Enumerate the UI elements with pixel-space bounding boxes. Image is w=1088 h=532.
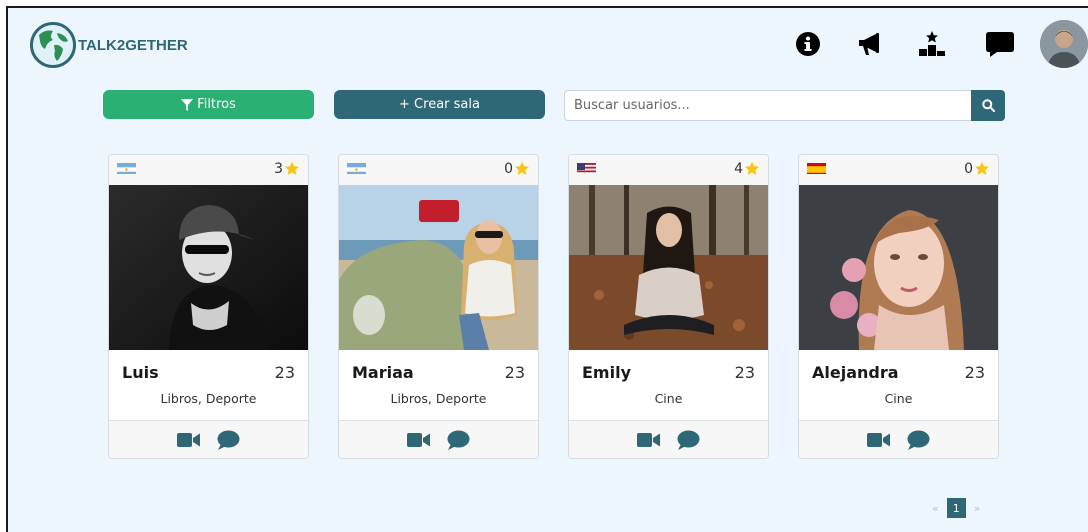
megaphone-icon (859, 33, 879, 55)
card-body: Emily 23 Cine (569, 350, 768, 420)
card-body: Mariaa 23 Libros, Deporte (339, 350, 538, 420)
ranking-button[interactable] (916, 28, 948, 60)
user-interests: Libros, Deporte (390, 391, 487, 406)
chat-button[interactable] (906, 430, 930, 450)
card-body: Luis 23 Libros, Deporte (109, 350, 308, 420)
filter-icon (181, 98, 194, 111)
rating-value: 0 (964, 161, 973, 177)
user-age: 23 (274, 363, 295, 382)
user-age: 23 (504, 363, 525, 382)
video-call-button[interactable] (407, 430, 431, 450)
card-header: 3 (109, 155, 308, 185)
pagination: « 1 » (932, 498, 980, 518)
prev-page-button[interactable]: « (932, 502, 939, 515)
user-age: 23 (734, 363, 755, 382)
user-name: Alejandra (812, 363, 899, 382)
rating-value: 3 (274, 161, 283, 177)
chat-button[interactable] (446, 430, 470, 450)
card-actions (109, 420, 308, 458)
user-photo[interactable] (799, 185, 998, 350)
rating: 0 (504, 161, 530, 177)
search-button[interactable] (971, 90, 1005, 121)
comment-icon (907, 430, 929, 450)
user-interests: Cine (884, 391, 913, 406)
messages-button[interactable] (984, 28, 1016, 60)
video-camera-icon (637, 432, 660, 447)
card-header: 4 (569, 155, 768, 185)
info-icon (796, 32, 820, 56)
user-name: Emily (582, 363, 631, 382)
announcements-button[interactable] (854, 28, 886, 60)
globe-icon (30, 22, 76, 68)
user-name: Mariaa (352, 363, 414, 382)
user-interests: Cine (654, 391, 683, 406)
user-card[interactable]: 0 Alejandra 23 Cine (798, 154, 999, 459)
video-call-button[interactable] (637, 430, 661, 450)
card-header: 0 (339, 155, 538, 185)
brand-name: TALK2GETHER (78, 36, 188, 54)
card-body: Alejandra 23 Cine (799, 350, 998, 420)
app-frame: TALK2GETHER Filtros + Crear sala Buscar … (6, 6, 1088, 532)
chat-button[interactable] (216, 430, 240, 450)
brand-logo[interactable]: TALK2GETHER (30, 22, 188, 68)
argentina-flag-icon (347, 161, 366, 174)
user-photo[interactable] (339, 185, 538, 350)
user-interests: Libros, Deporte (160, 391, 257, 406)
user-photo[interactable] (569, 185, 768, 350)
user-card[interactable]: 0 Mariaa 23 Libros, Deporte (338, 154, 539, 459)
video-call-button[interactable] (867, 430, 891, 450)
usa-flag-icon (577, 161, 596, 174)
rating-value: 0 (504, 161, 513, 177)
filter-label: Filtros (197, 97, 236, 112)
video-camera-icon (407, 432, 430, 447)
rating-value: 4 (734, 161, 743, 177)
card-header: 0 (799, 155, 998, 185)
card-actions (339, 420, 538, 458)
user-photo[interactable] (109, 185, 308, 350)
rating: 0 (964, 161, 990, 177)
chat-button[interactable] (676, 430, 700, 450)
search-input[interactable] (564, 90, 972, 121)
rating: 4 (734, 161, 760, 177)
video-call-button[interactable] (177, 430, 201, 450)
rating: 3 (274, 161, 300, 177)
comment-icon (447, 430, 469, 450)
create-room-button[interactable]: + Crear sala (334, 90, 545, 119)
card-actions (799, 420, 998, 458)
chat-icon (986, 32, 1014, 57)
user-card[interactable]: 4 Emily 23 Cine (568, 154, 769, 459)
spain-flag-icon (807, 161, 826, 174)
user-card[interactable]: 3 Luis 23 Libros, Deporte (108, 154, 309, 459)
comment-icon (217, 430, 239, 450)
info-button[interactable] (792, 28, 824, 60)
search-icon (981, 99, 995, 112)
user-age: 23 (964, 363, 985, 382)
next-page-button[interactable]: » (974, 502, 981, 515)
argentina-flag-icon (117, 161, 136, 174)
card-actions (569, 420, 768, 458)
star-icon (515, 161, 529, 175)
ranking-icon (919, 31, 945, 56)
current-page[interactable]: 1 (946, 498, 966, 518)
comment-icon (677, 430, 699, 450)
video-camera-icon (177, 432, 200, 447)
create-room-label: + Crear sala (399, 97, 480, 112)
user-avatar[interactable] (1040, 20, 1088, 68)
star-icon (975, 161, 989, 175)
user-name: Luis (122, 363, 159, 382)
star-icon (285, 161, 299, 175)
star-icon (745, 161, 759, 175)
filter-button[interactable]: Filtros (103, 90, 314, 119)
video-camera-icon (867, 432, 890, 447)
